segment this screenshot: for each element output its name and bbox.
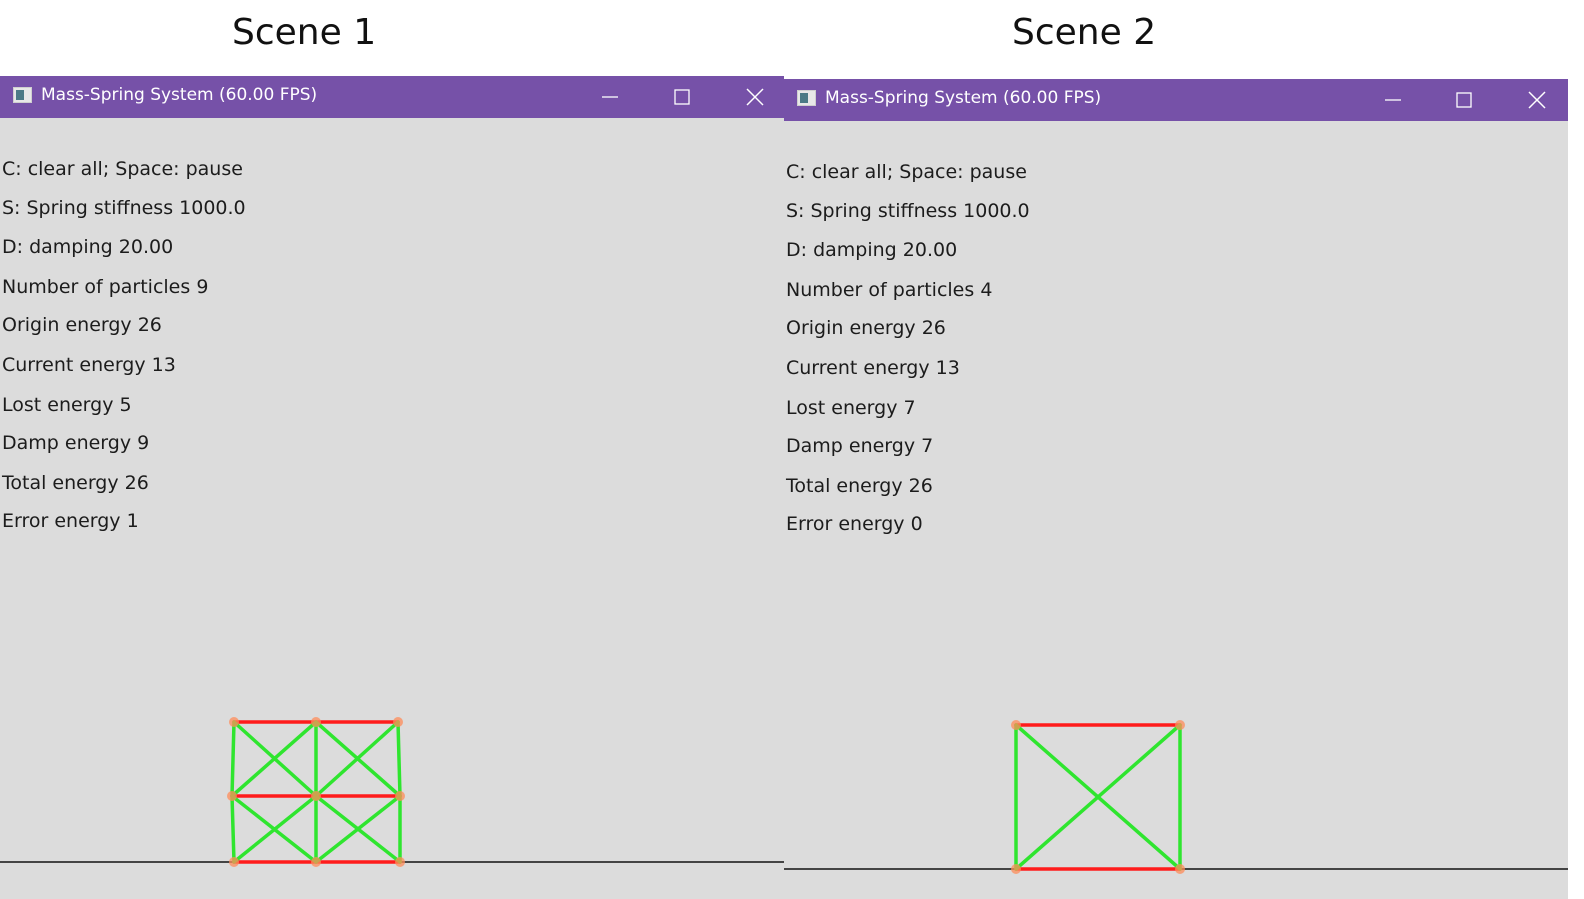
spring-stretched — [396, 720, 402, 798]
damp-energy-readout: Damp energy 9 — [2, 432, 150, 454]
particle — [1011, 864, 1021, 874]
scene-1-title: Scene 1 — [232, 12, 377, 53]
particle — [229, 717, 239, 727]
scene-1-window: Mass-Spring System (60.00 FPS) C: clear … — [0, 76, 784, 899]
total-energy-readout: Total energy 26 — [786, 475, 933, 497]
error-energy-readout: Error energy 1 — [2, 510, 139, 532]
spring-stiffness-readout: S: Spring stiffness 1000.0 — [2, 197, 246, 219]
particle-count-readout: Number of particles 4 — [786, 279, 993, 301]
particle — [229, 857, 239, 867]
controls-hint: C: clear all; Space: pause — [786, 161, 1027, 183]
particle-count-readout: Number of particles 9 — [2, 276, 209, 298]
damp-energy-readout: Damp energy 7 — [786, 435, 934, 457]
spring-stretched — [230, 720, 236, 798]
controls-hint: C: clear all; Space: pause — [2, 158, 243, 180]
scene-2-title: Scene 2 — [1012, 12, 1157, 53]
origin-energy-readout: Origin energy 26 — [786, 317, 946, 339]
origin-energy-readout: Origin energy 26 — [2, 314, 162, 336]
particle — [393, 717, 403, 727]
current-energy-readout: Current energy 13 — [2, 354, 176, 376]
current-energy-readout: Current energy 13 — [786, 357, 960, 379]
damping-readout: D: damping 20.00 — [786, 239, 958, 261]
spring-stiffness-readout: S: Spring stiffness 1000.0 — [786, 200, 1030, 222]
error-energy-readout: Error energy 0 — [786, 513, 923, 535]
particle — [1175, 720, 1185, 730]
total-energy-readout: Total energy 26 — [2, 472, 149, 494]
particle — [1011, 720, 1021, 730]
particle — [311, 857, 321, 867]
damping-readout: D: damping 20.00 — [2, 236, 174, 258]
particle — [311, 791, 321, 801]
spring-stretched — [230, 794, 236, 864]
particle — [311, 717, 321, 727]
particle — [395, 857, 405, 867]
lost-energy-readout: Lost energy 7 — [786, 397, 916, 419]
particle — [1175, 864, 1185, 874]
lost-energy-readout: Lost energy 5 — [2, 394, 132, 416]
scene-2-window: Mass-Spring System (60.00 FPS) C: clear … — [784, 79, 1568, 899]
particle — [227, 791, 237, 801]
particle — [395, 791, 405, 801]
